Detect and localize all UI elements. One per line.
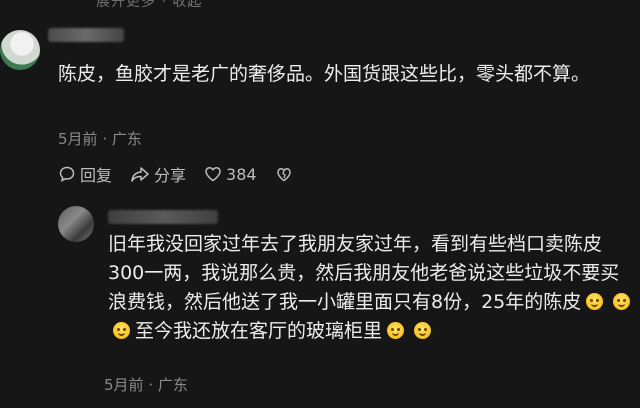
heart-icon — [205, 166, 221, 182]
avatar[interactable] — [0, 30, 40, 70]
meta-separator: · — [148, 376, 158, 394]
smiling-face-emoji — [613, 293, 631, 310]
meta-separator: · — [102, 130, 112, 148]
comment-actions: 回复 分享 384 — [58, 162, 315, 186]
comment-text-part-2: 至今我还放在客厅的玻璃柜里 — [135, 320, 383, 342]
username-blurred[interactable] — [48, 28, 124, 42]
broken-heart-icon — [276, 168, 291, 182]
smiling-face-emoji — [414, 322, 432, 339]
like-button[interactable]: 384 — [204, 165, 257, 184]
like-count: 384 — [226, 164, 257, 184]
share-button[interactable]: 分享 — [130, 162, 186, 186]
smiling-face-emoji — [113, 322, 130, 339]
comment-text: 陈皮，鱼胶才是老广的奢侈品。外国货跟这些比，零头都不算。 — [58, 63, 591, 85]
reply-label: 回复 — [80, 166, 113, 185]
comment-meta: 5月前 · 广东 — [104, 374, 188, 395]
share-label: 分享 — [154, 166, 187, 185]
smiling-face-emoji — [387, 322, 405, 339]
comment-location: 广东 — [157, 376, 188, 394]
avatar[interactable] — [58, 206, 94, 242]
share-arrow-icon — [131, 167, 149, 182]
comment-location: 广东 — [111, 130, 142, 148]
comment-text: 旧年我没回家过年去了我朋友家过年，看到有些档口卖陈皮300一两，我说那么贵，然后… — [108, 230, 638, 346]
top-collapsed-hint[interactable]: 展开更多 · 收起 — [0, 0, 640, 10]
dislike-button[interactable] — [275, 165, 297, 183]
comment-time: 5月前 — [58, 130, 98, 148]
comment-text-part-1: 旧年我没回家过年去了我朋友家过年，看到有些档口卖陈皮300一两，我说那么贵，然后… — [108, 233, 620, 313]
collapsed-hint-text[interactable]: 展开更多 · 收起 — [96, 0, 202, 11]
reply-button[interactable]: 回复 — [58, 162, 112, 186]
comment-meta: 5月前 · 广东 — [58, 128, 142, 149]
smiling-face-emoji — [586, 293, 604, 310]
comment-time: 5月前 — [104, 376, 144, 394]
comment-bubble-icon — [59, 166, 75, 182]
username-blurred[interactable] — [108, 210, 218, 224]
